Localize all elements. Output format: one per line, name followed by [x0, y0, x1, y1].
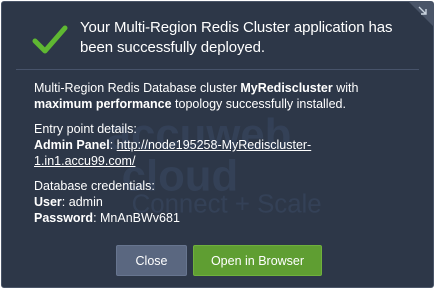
user-value: admin: [68, 195, 103, 209]
intro-prefix: Multi-Region Redis Database cluster: [34, 81, 241, 95]
cluster-name: MyRediscluster: [240, 81, 333, 95]
dialog-title: Your Multi-Region Redis Cluster applicat…: [80, 19, 393, 56]
entry-point-heading: Entry point details:: [34, 122, 137, 136]
intro-suffix: topology successfully installed.: [171, 97, 346, 111]
install-summary: Multi-Region Redis Database cluster MyRe…: [34, 80, 404, 112]
dialog-body: Multi-Region Redis Database cluster MyRe…: [34, 80, 404, 235]
check-icon: [32, 25, 68, 54]
credentials-section: Database credentials: User: admin Password…: [34, 179, 180, 225]
password-label: Password: [34, 211, 94, 225]
divider: [16, 69, 419, 70]
user-label: User: [34, 195, 62, 209]
open-in-browser-button[interactable]: Open in Browser: [193, 245, 322, 276]
admin-panel-label: Admin Panel: [34, 138, 110, 152]
topology-name: maximum performance: [34, 97, 172, 111]
close-button[interactable]: Close: [116, 245, 187, 276]
intro-middle: with: [332, 81, 359, 95]
collapse-icon[interactable]: [416, 4, 430, 18]
password-value: MnAnBWv681: [100, 211, 180, 225]
deployment-success-dialog: accuweb cloud Connect + Scale Your Multi…: [1, 1, 434, 288]
credentials-heading: Database credentials:: [34, 179, 155, 193]
entry-point-section: Entry point details: Admin Panel: http://…: [34, 122, 312, 168]
